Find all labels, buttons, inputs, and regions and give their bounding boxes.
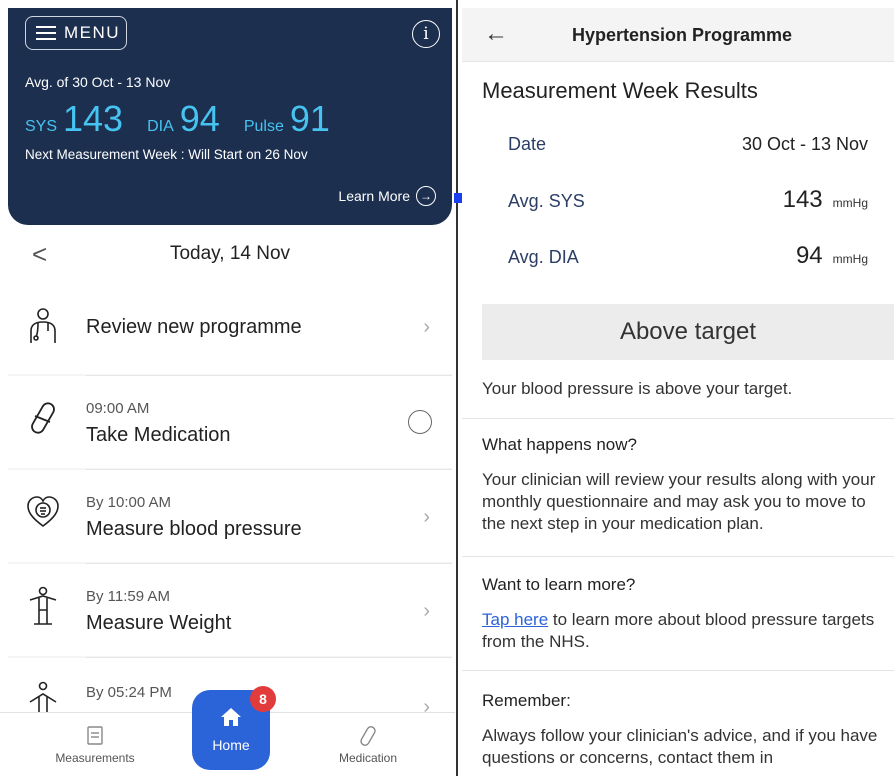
arrow-right-circle-icon: → (416, 186, 436, 206)
avg-sys-label: Avg. SYS (508, 191, 585, 211)
home-label: Home (212, 737, 250, 753)
section-body: Tap here to learn more about blood press… (482, 609, 887, 653)
pulse-value: 91 (289, 98, 330, 139)
sys-label: SYS (25, 118, 58, 135)
arrow-left-icon[interactable]: ← (484, 20, 508, 48)
task-measure-weight[interactable]: By 11:59 AM Measure Weight › (8, 564, 452, 656)
section-heading: Remember: (482, 691, 571, 710)
section-heading: What happens now? (482, 435, 637, 454)
clipboard-icon (45, 725, 145, 747)
chevron-right-icon: › (423, 600, 430, 622)
page-title: Hypertension Programme (572, 25, 793, 45)
row-avg-sys: Avg. SYS 143 mmHg (508, 186, 868, 214)
menu-label: MENU (64, 23, 121, 42)
date-navigator: < Today, 14 Nov (8, 228, 452, 280)
task-list: Review new programme › 09:00 AM Take Med… (8, 282, 452, 750)
chevron-right-icon: › (423, 506, 430, 528)
section-learn-more: Want to learn more? Tap here to learn mo… (462, 556, 894, 670)
unit-label: mmHg (832, 252, 868, 266)
section-what-happens: What happens now? Your clinician will re… (462, 418, 894, 556)
avg-sys-reading: 143 mmHg (783, 186, 868, 214)
pulse-label: Pulse (243, 118, 284, 135)
vitals-row: SYS 143 DIA 94 Pulse 91 (25, 98, 354, 140)
task-time: 09:00 AM (86, 400, 150, 417)
section-body: Your clinician will review your results … (482, 470, 876, 533)
menu-button[interactable]: MENU (25, 16, 127, 50)
avg-range: Avg. of 30 Oct - 13 Nov (25, 74, 171, 90)
task-time: By 05:24 PM (86, 684, 172, 701)
task-time: By 11:59 AM (86, 588, 170, 605)
chevron-left-icon[interactable]: < (32, 239, 47, 270)
unit-label: mmHg (832, 196, 868, 210)
task-title: Measure blood pressure (86, 518, 302, 540)
pill-icon (24, 398, 62, 438)
heart-icon (24, 492, 62, 532)
section-body: Always follow your clinician's advice, a… (482, 726, 878, 767)
tap-here-link[interactable]: Tap here (482, 610, 548, 629)
row-avg-dia: Avg. DIA 94 mmHg (508, 242, 868, 270)
pill-icon (320, 725, 416, 747)
current-date: Today, 14 Nov (169, 243, 291, 264)
bp-summary-card: MENU i Avg. of 30 Oct - 13 Nov SYS 143 D… (8, 8, 452, 225)
avg-sys-value: 143 (782, 186, 823, 213)
row-date: Date 30 Oct - 13 Nov (508, 134, 868, 155)
task-title: Review new programme (86, 316, 302, 338)
results-heading: Measurement Week Results (482, 78, 758, 103)
tab-measurements[interactable]: Measurements (45, 725, 145, 765)
date-label: Date (508, 134, 547, 154)
learn-more-button[interactable]: Learn More → (338, 186, 436, 206)
complete-checkbox[interactable] (408, 410, 432, 434)
task-title: Measure Weight (86, 612, 232, 634)
task-time: By 10:00 AM (86, 494, 172, 511)
task-review-programme[interactable]: Review new programme › (8, 282, 452, 374)
screen-divider (456, 0, 458, 776)
left-screen: MENU i Avg. of 30 Oct - 13 Nov SYS 143 D… (0, 0, 455, 776)
status-text: Your blood pressure is above your target… (482, 379, 793, 398)
right-screen: ← Hypertension Programme Measurement Wee… (462, 0, 894, 776)
tab-label: Measurements (55, 751, 135, 765)
top-bar: ← Hypertension Programme (462, 8, 894, 62)
notification-badge: 8 (250, 686, 276, 712)
section-heading: Want to learn more? (482, 575, 636, 594)
next-measurement-week: Next Measurement Week : Will Start on 26… (25, 147, 308, 162)
status-badge: Above target (482, 304, 894, 360)
dia-label: DIA (147, 118, 174, 135)
tab-label: Medication (338, 751, 398, 765)
task-measure-bp[interactable]: By 10:00 AM Measure blood pressure › (8, 470, 452, 562)
learn-more-label: Learn More (338, 188, 410, 204)
task-take-medication[interactable]: 09:00 AM Take Medication (8, 376, 452, 468)
person-weight-icon (24, 586, 62, 626)
tab-medication[interactable]: Medication (320, 725, 416, 765)
sys-value: 143 (63, 98, 124, 139)
hamburger-icon (36, 26, 56, 40)
section-remember: Remember: Always follow your clinician's… (462, 670, 894, 776)
chevron-right-icon: › (423, 316, 430, 338)
dia-value: 94 (179, 98, 220, 139)
date-value: 30 Oct - 13 Nov (741, 134, 868, 154)
avg-dia-reading: 94 mmHg (796, 242, 868, 270)
task-title: Take Medication (86, 424, 231, 446)
info-icon[interactable]: i (412, 20, 440, 48)
doctor-icon (24, 306, 62, 346)
avg-dia-label: Avg. DIA (508, 247, 579, 267)
avg-dia-value: 94 (795, 242, 823, 269)
